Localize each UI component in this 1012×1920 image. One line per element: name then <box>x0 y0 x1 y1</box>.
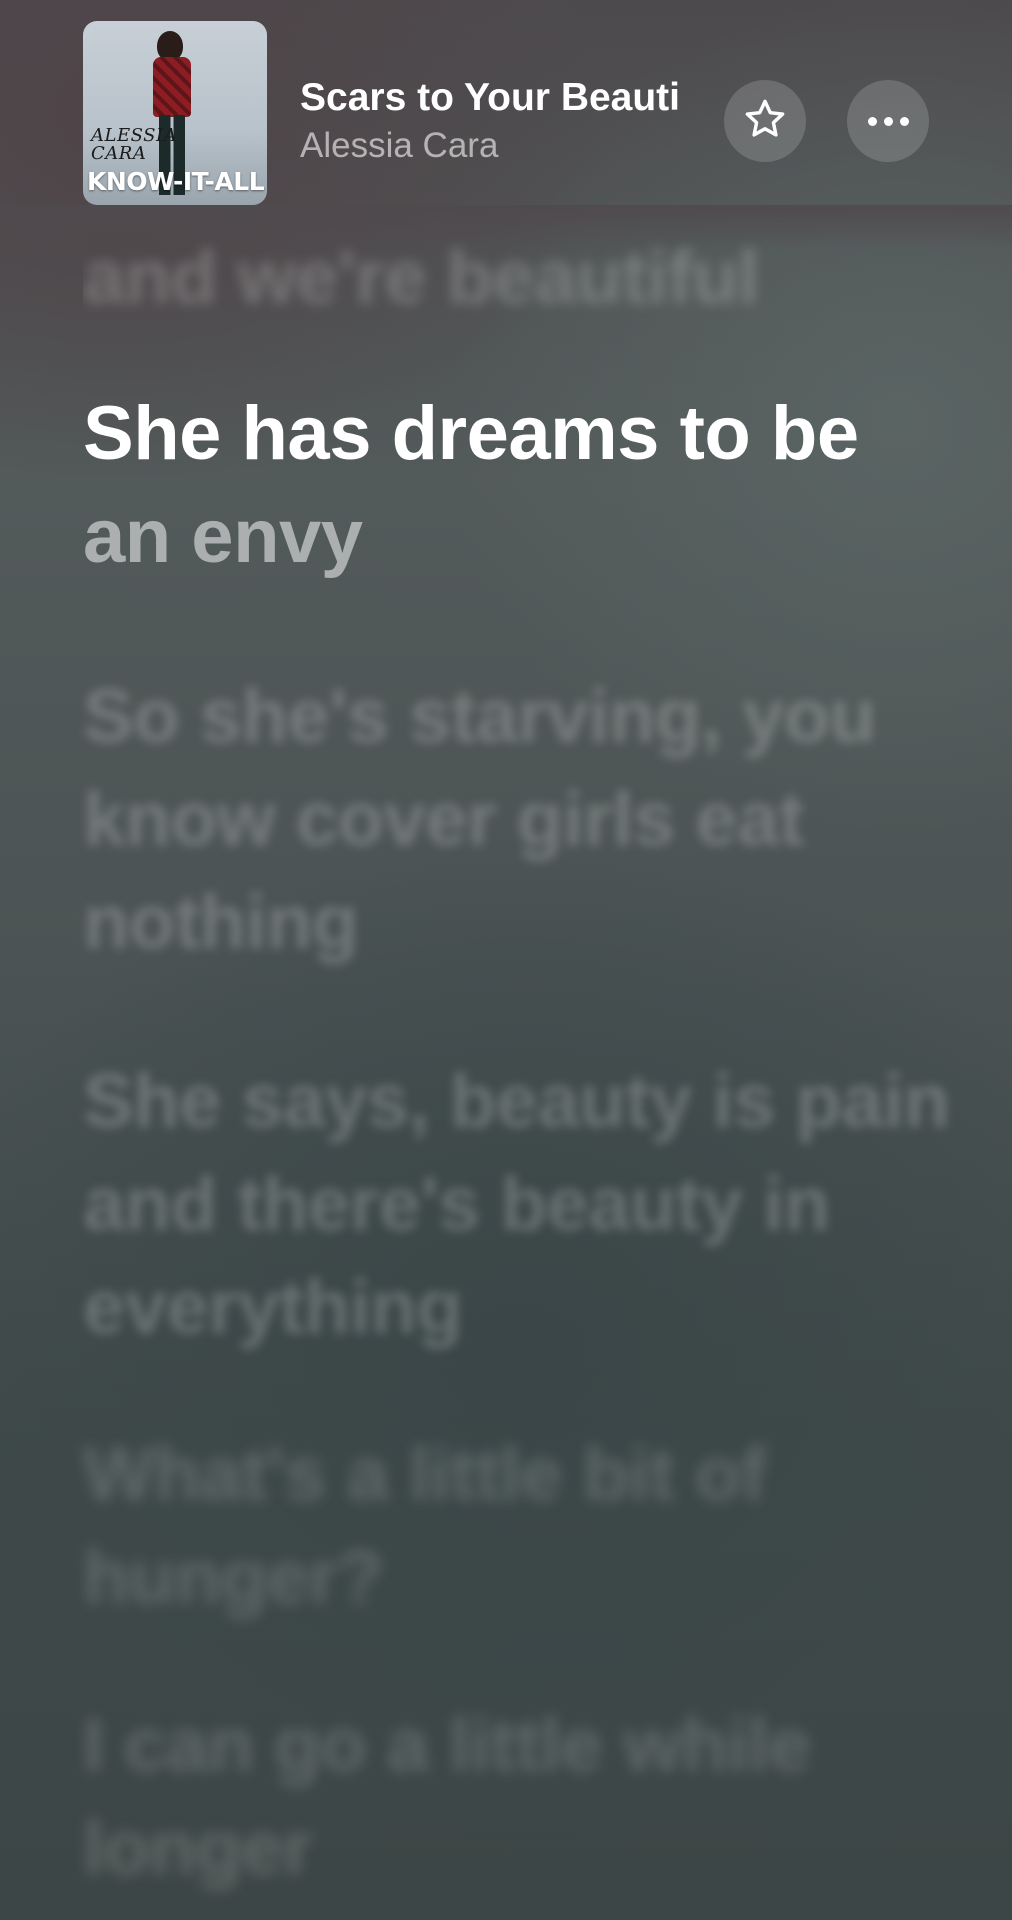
ellipsis-icon <box>867 116 909 126</box>
lyric-line-upcoming[interactable]: What's a little bit of hunger? <box>83 1423 963 1629</box>
now-playing-header: ALESSIA CARA KNOW-IT-ALL Scars to Your B… <box>0 0 1012 220</box>
lyric-unsung-text: an envy <box>83 494 363 579</box>
lyric-line-upcoming[interactable]: She says, beauty is pain and there's bea… <box>83 1050 963 1359</box>
album-artwork[interactable]: ALESSIA CARA KNOW-IT-ALL <box>83 21 267 205</box>
favorite-button[interactable] <box>724 80 806 162</box>
lyric-line-upcoming[interactable]: So she's starving, you know cover girls … <box>83 665 963 974</box>
lyric-line-upcoming[interactable]: I can go a little while longer <box>83 1694 963 1900</box>
lyrics-screen: ALESSIA CARA KNOW-IT-ALL Scars to Your B… <box>0 0 1012 1920</box>
top-fade <box>0 205 1012 250</box>
star-outline-icon <box>742 96 788 147</box>
more-options-button[interactable] <box>847 80 929 162</box>
album-art-artist-text: ALESSIA CARA <box>91 125 178 164</box>
album-art-title-text: KNOW-IT-ALL <box>87 167 265 196</box>
lyric-line-current[interactable]: She has dreams to be an envy <box>83 382 963 588</box>
song-title: Scars to Your Beauti <box>300 76 681 119</box>
lyric-sung-text: She has dreams to be <box>83 391 859 476</box>
song-artist[interactable]: Alessia Cara <box>300 124 710 168</box>
